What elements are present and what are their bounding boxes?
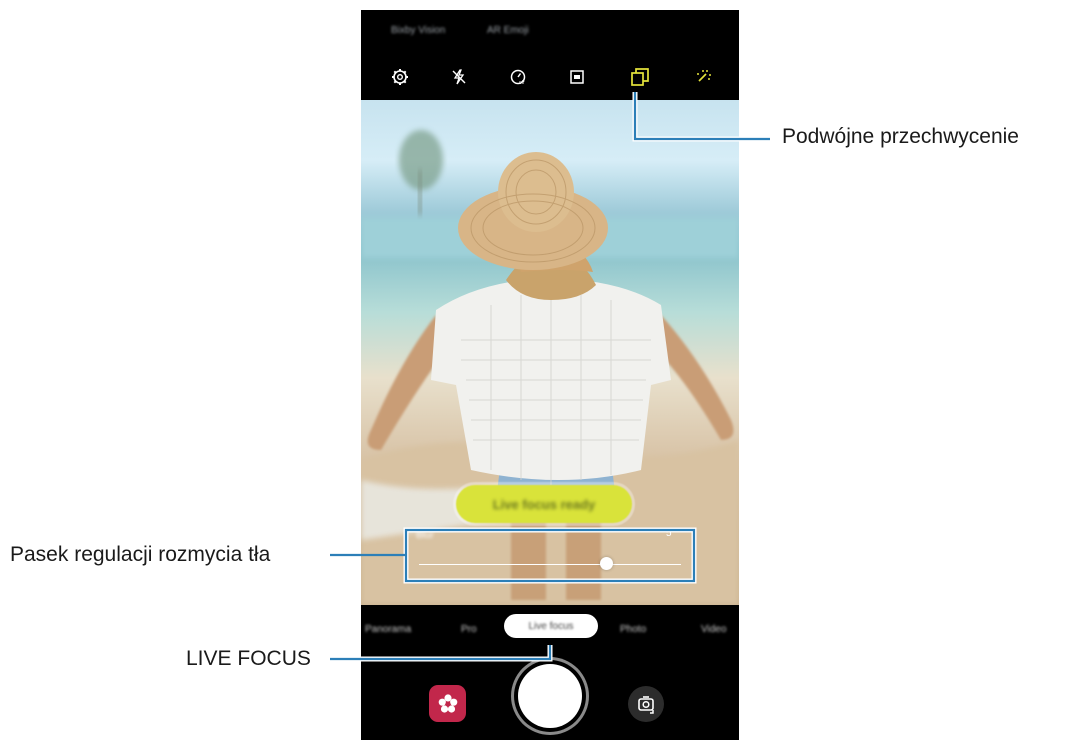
callout-live-focus: LIVE FOCUS <box>186 647 311 670</box>
callout-leaders <box>330 92 770 662</box>
callout-blur-bar: Pasek regulacji rozmycia tła <box>10 543 271 566</box>
callout-dual-capture: Podwójne przechwycenie <box>782 125 1019 148</box>
